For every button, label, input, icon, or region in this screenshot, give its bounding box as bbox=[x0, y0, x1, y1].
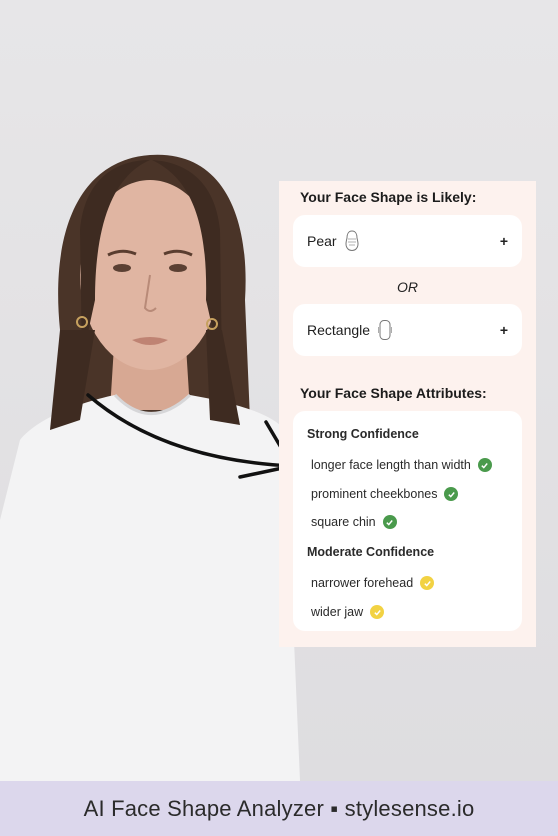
shape-label: Pear bbox=[307, 233, 337, 249]
attribute-label: wider jaw bbox=[311, 605, 364, 619]
attribute-label: narrower forehead bbox=[311, 576, 414, 590]
shape-option-pear[interactable]: Pear + bbox=[293, 215, 522, 267]
attribute-item: longer face length than width bbox=[311, 458, 492, 472]
expand-button[interactable]: + bbox=[500, 233, 508, 249]
attribute-item: square chin bbox=[311, 515, 397, 529]
face-shape-results-panel: Your Face Shape is Likely: Pear + OR Rec… bbox=[279, 181, 536, 647]
attribute-item: wider jaw bbox=[311, 605, 385, 619]
likely-shape-heading: Your Face Shape is Likely: bbox=[300, 189, 477, 205]
moderate-confidence-heading: Moderate Confidence bbox=[307, 545, 435, 559]
attribute-label: prominent cheekbones bbox=[311, 487, 438, 501]
rectangle-face-icon bbox=[377, 319, 393, 341]
attribute-item: prominent cheekbones bbox=[311, 487, 459, 501]
shape-option-rectangle[interactable]: Rectangle + bbox=[293, 304, 522, 356]
shape-label: Rectangle bbox=[307, 322, 371, 338]
green-check-icon bbox=[477, 458, 492, 472]
pear-face-icon bbox=[344, 230, 360, 252]
attributes-card: Strong Confidence longer face length tha… bbox=[293, 411, 522, 631]
yellow-check-icon bbox=[420, 576, 435, 590]
attribute-label: square chin bbox=[311, 515, 376, 529]
strong-confidence-heading: Strong Confidence bbox=[307, 427, 419, 441]
or-separator: OR bbox=[397, 279, 418, 295]
brand-footer: AI Face Shape Analyzer ▪ stylesense.io bbox=[0, 781, 558, 836]
green-check-icon bbox=[382, 515, 397, 529]
attribute-item: narrower forehead bbox=[311, 576, 435, 590]
brand-text: AI Face Shape Analyzer ▪ stylesense.io bbox=[83, 795, 475, 821]
attributes-heading: Your Face Shape Attributes: bbox=[300, 385, 487, 401]
attribute-label: longer face length than width bbox=[311, 458, 471, 472]
green-check-icon bbox=[444, 487, 459, 501]
expand-button[interactable]: + bbox=[500, 322, 508, 338]
yellow-check-icon bbox=[370, 605, 385, 619]
